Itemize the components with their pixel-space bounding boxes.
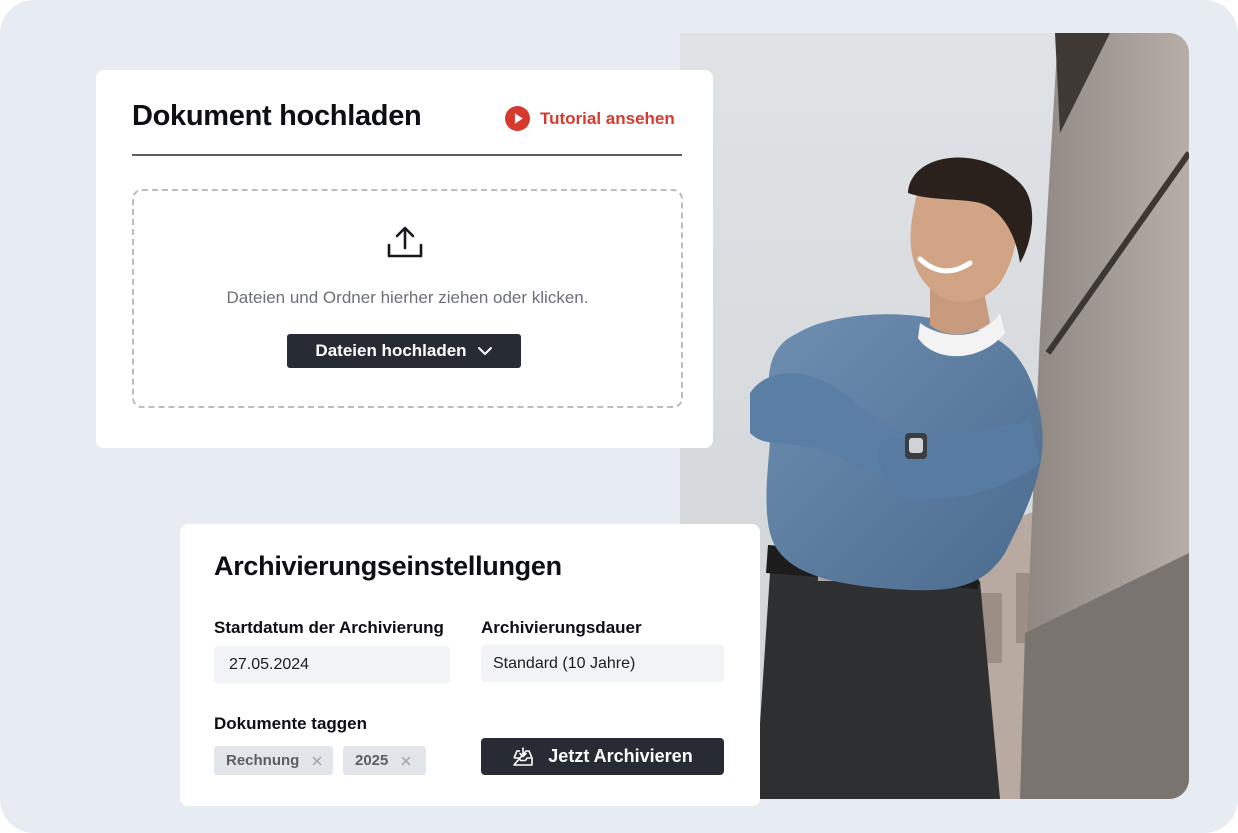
archive-settings-card: Archivierungseinstellungen Startdatum de…	[180, 524, 760, 806]
play-icon	[505, 106, 530, 131]
tag-chip: Rechnung	[214, 746, 333, 775]
file-dropzone[interactable]: Dateien und Ordner hierher ziehen oder k…	[132, 189, 683, 408]
archive-now-button[interactable]: Jetzt Archivieren	[481, 738, 724, 775]
tag-label: Rechnung	[226, 752, 300, 769]
upload-files-button-label: Dateien hochladen	[315, 341, 467, 360]
tutorial-link[interactable]: Tutorial ansehen	[505, 106, 675, 131]
archive-settings-title: Archivierungseinstellungen	[214, 551, 562, 581]
upload-files-button[interactable]: Dateien hochladen	[287, 334, 521, 368]
title-divider	[132, 154, 682, 156]
tag-label: 2025	[355, 752, 389, 769]
start-date-label: Startdatum der Archivierung	[214, 618, 444, 637]
tag-chip: 2025	[343, 746, 426, 775]
tutorial-link-label: Tutorial ansehen	[540, 108, 675, 128]
dropzone-hint: Dateien und Ordner hierher ziehen oder k…	[226, 288, 589, 307]
page-background: Dokument hochladen Tutorial ansehen Date…	[0, 0, 1238, 833]
upload-icon	[387, 226, 423, 258]
start-date-field[interactable]: 27.05.2024	[214, 646, 450, 683]
upload-card: Dokument hochladen Tutorial ansehen Date…	[96, 70, 713, 448]
inbox-download-icon	[513, 746, 534, 766]
upload-card-title: Dokument hochladen	[132, 100, 422, 132]
tag-documents-label: Dokumente taggen	[214, 714, 368, 733]
close-icon[interactable]	[398, 753, 414, 769]
archive-duration-label: Archivierungsdauer	[481, 618, 642, 637]
close-icon[interactable]	[309, 753, 325, 769]
archive-now-button-label: Jetzt Archivieren	[548, 746, 693, 766]
chevron-down-icon	[477, 347, 492, 355]
archive-duration-select[interactable]: Standard (10 Jahre)	[481, 645, 724, 682]
